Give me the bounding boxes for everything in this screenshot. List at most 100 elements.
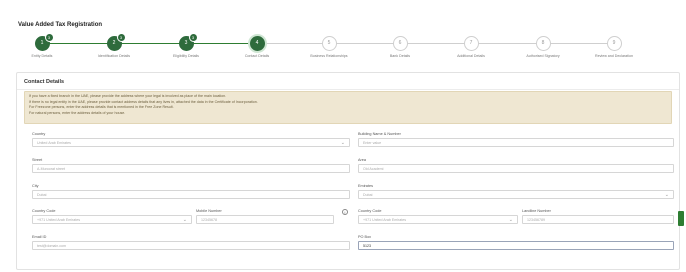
area-label: Area — [358, 158, 367, 162]
building-label: Building Name & Number — [358, 132, 401, 136]
step-2[interactable]: 2 3 Identification Details — [84, 33, 144, 58]
country-code-2-field: Country Code +971 United Arab Emirates ⌄ — [358, 209, 518, 224]
emirate-value: Dubai — [363, 193, 373, 197]
country-code-value: +971 United Arab Emirates — [37, 218, 81, 222]
step-7[interactable]: 7 Additional Details — [441, 36, 501, 58]
section-divider — [17, 89, 679, 90]
step-label: Authorised Signatory — [526, 54, 560, 58]
city-input[interactable]: Dubai — [32, 190, 350, 199]
step-number: 3 — [184, 40, 188, 46]
step-circle: 4 — [249, 36, 265, 51]
step-label: Identification Details — [97, 54, 131, 58]
city-label: City — [32, 184, 39, 188]
po-box-input[interactable]: 5123 — [358, 241, 674, 250]
step-circle: 7 — [463, 36, 479, 51]
info-icon[interactable]: i — [342, 209, 348, 215]
landline-field: Landline Number 123456789 — [522, 209, 674, 224]
registration-stepper: 1 3 Entity Details 2 3 Identification Details… — [0, 33, 686, 62]
street-field: Street A-Muroorat street — [32, 158, 350, 173]
country-field: Country United Arab Emirates ⌄ — [32, 132, 350, 147]
country-label: Country — [32, 132, 46, 136]
step-label: Eligibility Details — [173, 54, 199, 58]
email-placeholder: test@domain.com — [37, 244, 67, 248]
step-circle: 8 — [535, 36, 551, 51]
emirate-select[interactable]: Dubai ⌄ — [358, 190, 674, 199]
section-title: Contact Details — [24, 79, 65, 85]
page-title: Value Added Tax Registration — [18, 22, 103, 28]
mobile-placeholder: 12345678 — [201, 218, 217, 222]
chevron-down-icon: ⌄ — [340, 140, 345, 146]
street-label: Street — [32, 158, 43, 162]
country-code-select[interactable]: +971 United Arab Emirates ⌄ — [32, 215, 192, 224]
country-code-field: Country Code +971 United Arab Emirates ⌄ — [32, 209, 192, 224]
po-box-label: PO Box — [358, 235, 372, 239]
step-number: 9 — [612, 40, 616, 46]
street-input[interactable]: A-Muroorat street — [32, 164, 350, 173]
step-label: Review and Declaration — [595, 54, 633, 58]
step-8[interactable]: 8 Authorised Signatory — [513, 36, 573, 58]
country-code-2-select[interactable]: +971 United Arab Emirates ⌄ — [358, 215, 518, 224]
step-1[interactable]: 1 3 Entity Details — [12, 33, 72, 58]
step-number: 8 — [541, 40, 545, 46]
step-number: 5 — [327, 40, 331, 46]
step-number: 4 — [255, 40, 259, 46]
step-circle: 23 — [106, 33, 126, 51]
step-6[interactable]: 6 Bank Details — [370, 36, 430, 58]
step-label: Additional Details — [457, 54, 485, 58]
area-field: Area Old Academi — [358, 158, 674, 173]
po-box-field: PO Box 5123 — [358, 235, 674, 250]
city-field: City Dubai — [32, 184, 350, 199]
step-9[interactable]: 9 Review and Declaration — [584, 36, 644, 58]
landline-placeholder: 123456789 — [527, 218, 545, 222]
step-circle: 9 — [606, 36, 622, 51]
step-5[interactable]: 5 Business Relationships — [299, 36, 359, 58]
stepper-progress-line — [42, 43, 257, 44]
step-label: Contact Details — [244, 54, 270, 58]
country-select[interactable]: United Arab Emirates ⌄ — [32, 138, 350, 147]
step-circle: 5 — [321, 36, 337, 51]
country-code-label: Country Code — [32, 209, 56, 213]
email-label: Email ID — [32, 235, 47, 239]
email-field: Email ID test@domain.com — [32, 235, 350, 250]
emirate-field: Emirates Dubai ⌄ — [358, 184, 674, 199]
area-input[interactable]: Old Academi — [358, 164, 674, 173]
mobile-label: Mobile Number — [196, 209, 222, 213]
emirate-label: Emirates — [358, 184, 373, 188]
mobile-field: Mobile Number 12345678 — [196, 209, 334, 224]
step-4[interactable]: 4 Contact Details — [227, 36, 287, 58]
country-code-2-label: Country Code — [358, 209, 382, 213]
side-feedback-tab[interactable] — [678, 211, 684, 226]
step-badge: 3 — [188, 33, 198, 42]
step-number: 6 — [398, 40, 402, 46]
mobile-input[interactable]: 12345678 — [196, 215, 334, 224]
area-placeholder: Old Academi — [363, 167, 384, 171]
country-code-2-value: +971 United Arab Emirates — [363, 218, 407, 222]
step-badge: 3 — [116, 33, 126, 42]
chevron-down-icon: ⌄ — [508, 217, 513, 223]
po-box-value: 5123 — [363, 244, 371, 248]
building-input[interactable]: Enter value — [358, 138, 674, 147]
step-label: Bank Details — [389, 54, 411, 58]
city-placeholder: Dubai — [37, 193, 47, 197]
info-notice: If you have a fixed branch in the UAE, p… — [24, 91, 672, 124]
chevron-down-icon: ⌄ — [182, 217, 187, 223]
step-label: Business Relationships — [310, 54, 348, 58]
step-number: 7 — [469, 40, 473, 46]
building-field: Building Name & Number Enter value — [358, 132, 674, 147]
email-input[interactable]: test@domain.com — [32, 241, 350, 250]
building-placeholder: Enter value — [363, 141, 382, 145]
chevron-down-icon: ⌄ — [664, 192, 669, 198]
contact-details-card: Contact Details If you have a fixed bran… — [16, 72, 680, 270]
notice-line: For natural persons, enter the address d… — [29, 110, 126, 115]
step-circle: 6 — [392, 36, 408, 51]
step-label: Entity Details — [31, 54, 53, 58]
landline-label: Landline Number — [522, 209, 551, 213]
step-number: 2 — [112, 40, 116, 46]
step-badge: 3 — [44, 33, 54, 42]
step-circle: 33 — [178, 33, 198, 51]
step-circle: 13 — [34, 33, 54, 51]
street-placeholder: A-Muroorat street — [37, 167, 65, 171]
landline-input[interactable]: 123456789 — [522, 215, 674, 224]
step-3[interactable]: 3 3 Eligibility Details — [156, 33, 216, 58]
country-value: United Arab Emirates — [37, 141, 71, 145]
